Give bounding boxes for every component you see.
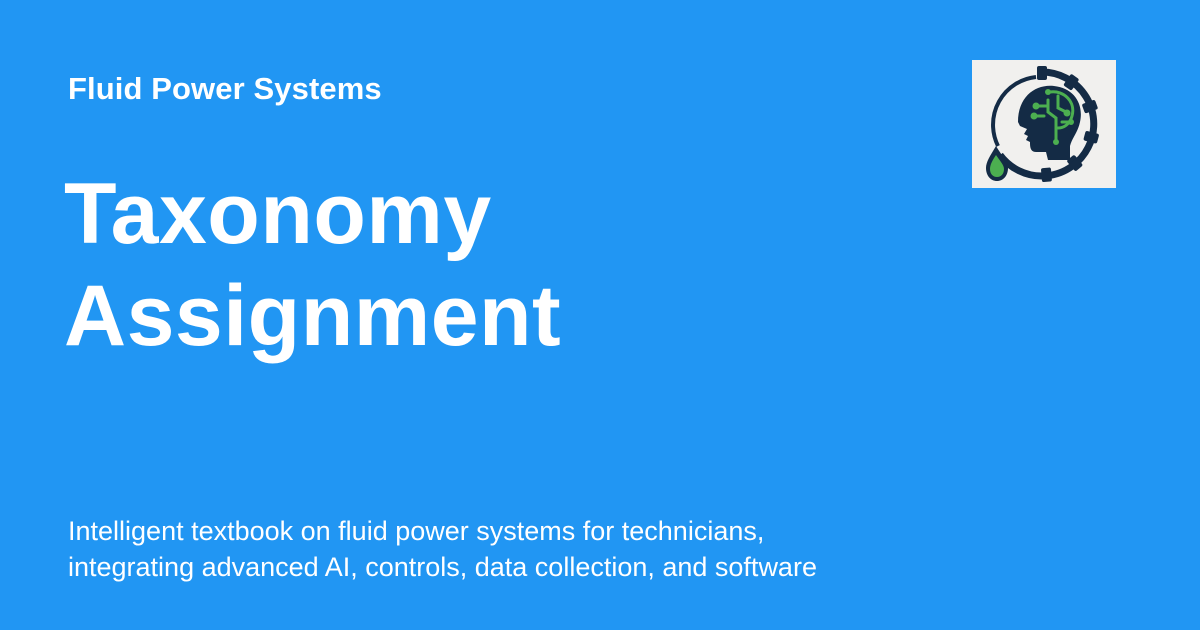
description-line-1: Intelligent textbook on fluid power syst… <box>68 516 765 546</box>
social-card: Fluid Power Systems Taxonomy Assignment … <box>0 0 1200 630</box>
gear-head-droplet-icon <box>972 60 1116 188</box>
page-title: Taxonomy Assignment <box>64 163 884 367</box>
description-line-2: integrating advanced AI, controls, data … <box>68 552 817 582</box>
page-title-line-1: Taxonomy <box>64 166 492 262</box>
logo <box>972 60 1116 188</box>
page-description: Intelligent textbook on fluid power syst… <box>68 513 968 585</box>
site-name: Fluid Power Systems <box>68 71 382 106</box>
page-title-line-2: Assignment <box>64 268 562 364</box>
